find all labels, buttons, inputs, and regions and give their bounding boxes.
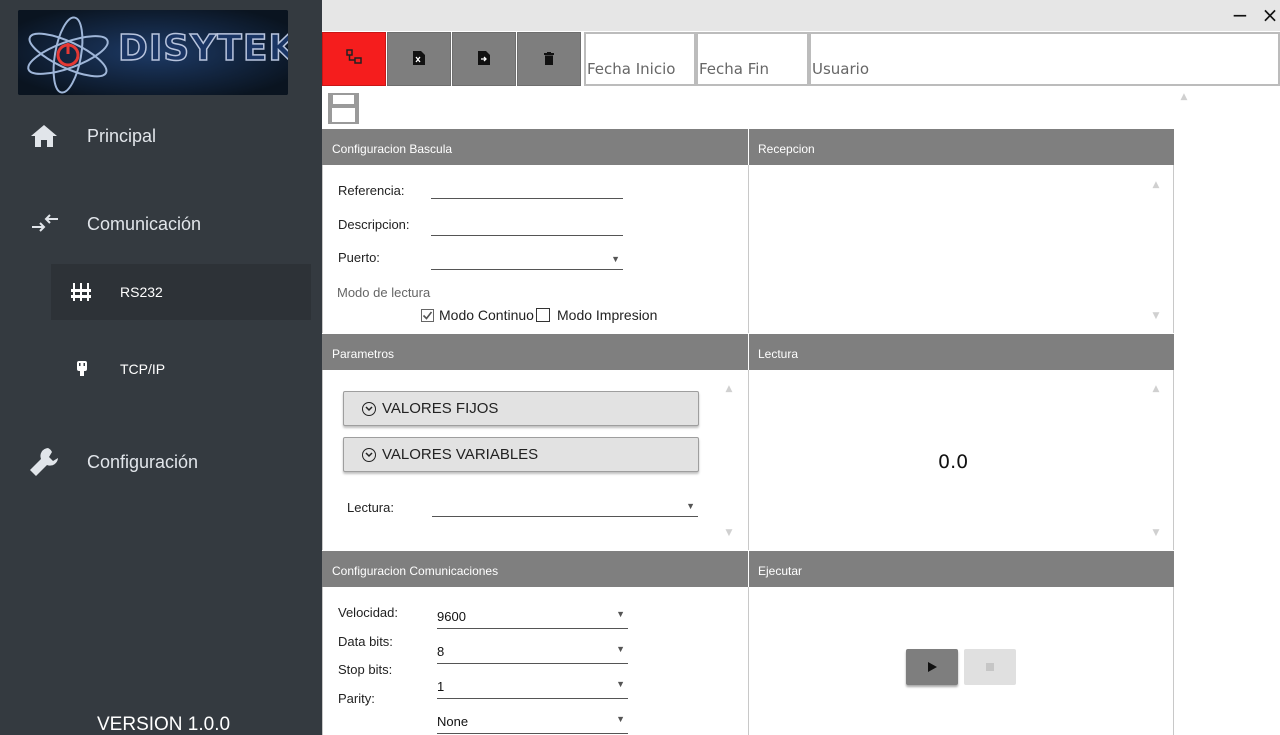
home-icon (30, 124, 58, 148)
arrows-exchange-icon (30, 212, 60, 234)
play-button[interactable] (906, 649, 958, 685)
sub-label-tcpip: TCP/IP (120, 361, 166, 377)
chevron-down-icon: ▼ (616, 609, 625, 619)
export-excel-button[interactable] (387, 32, 451, 86)
nav-label-principal: Principal (87, 126, 157, 146)
parity-value: None (437, 714, 469, 729)
export-file-button[interactable] (452, 32, 516, 86)
sidebar: DISYTEK Principal Comunicación RS232 TCP… (0, 0, 322, 735)
app-window: DISYTEK Principal Comunicación RS232 TCP… (0, 0, 1280, 735)
save-button[interactable] (327, 92, 360, 125)
modo-impresion-label: Modo Impresion (557, 307, 658, 323)
chevron-circle-down-icon (362, 401, 376, 416)
puerto-label: Puerto: (338, 250, 380, 265)
data-bits-select[interactable]: 8 ▼ (437, 638, 628, 664)
sub-label-rs232: RS232 (120, 284, 163, 300)
referencia-input[interactable] (431, 179, 623, 199)
stop-bits-label: Stop bits: (338, 662, 393, 677)
toolbar: Fecha Inicio Fecha Fin Usuario (322, 31, 1280, 87)
valores-variables-expander[interactable]: VALORES VARIABLES (343, 437, 699, 472)
fecha-inicio-input[interactable]: Fecha Inicio (584, 32, 696, 86)
parametros-scroll-down-icon[interactable]: ▼ (722, 526, 736, 540)
floppy-disk-icon (328, 93, 359, 124)
parametros-header: Parametros (322, 334, 748, 370)
lectura-param-label: Lectura: (347, 500, 394, 515)
valores-fijos-expander[interactable]: VALORES FIJOS (343, 391, 699, 426)
velocidad-label: Velocidad: (338, 605, 398, 620)
sub-item-rs232[interactable]: RS232 (51, 264, 311, 320)
config-bascula-header: Configuracion Bascula (322, 129, 748, 165)
recepcion-scroll-down-icon[interactable]: ▼ (1149, 309, 1163, 323)
excel-file-icon (413, 50, 425, 69)
nav-label-configuracion: Configuración (87, 452, 199, 472)
nav-item-configuracion[interactable]: Configuración (0, 438, 322, 486)
sub-item-tcpip[interactable]: TCP/IP (51, 341, 311, 397)
modo-continuo-checkbox[interactable] (421, 308, 434, 322)
recepcion-header: Recepcion (749, 129, 1174, 165)
velocidad-select[interactable]: 9600 ▼ (437, 603, 628, 629)
recepcion-scroll-up-icon[interactable]: ▲ (1149, 178, 1163, 192)
disconnect-button[interactable] (322, 32, 386, 86)
nav-label-comunicacion: Comunicación (87, 214, 202, 234)
modo-continuo-option[interactable]: Modo Continuo (421, 307, 534, 323)
disytek-logo: DISYTEK (18, 10, 288, 95)
version-label: VERSION 1.0.0 (97, 714, 231, 735)
wrench-icon (28, 446, 60, 478)
chevron-down-icon: ▼ (686, 501, 695, 511)
chevron-down-icon: ▼ (611, 254, 620, 264)
parity-label: Parity: (338, 691, 375, 706)
play-icon (927, 662, 937, 672)
minimize-button[interactable]: − (1230, 3, 1250, 27)
velocidad-value: 9600 (437, 609, 466, 624)
stop-icon (986, 663, 994, 671)
nav-item-principal[interactable]: Principal (0, 112, 322, 160)
referencia-label: Referencia: (338, 183, 405, 198)
stop-button[interactable] (964, 649, 1016, 685)
parity-select[interactable]: None ▼ (437, 708, 628, 734)
stop-bits-select[interactable]: 1 ▼ (437, 673, 628, 699)
close-button[interactable]: × (1260, 3, 1280, 27)
checkmark-icon (422, 311, 433, 320)
scroll-up-arrow-icon[interactable]: ▲ (1177, 90, 1191, 104)
lectura-header: Lectura (749, 334, 1174, 370)
lectura-scroll-down-icon[interactable]: ▼ (1149, 526, 1163, 540)
parametros-scroll-up-icon[interactable]: ▲ (722, 382, 736, 396)
modo-continuo-label: Modo Continuo (439, 307, 534, 323)
serial-port-icon (71, 283, 91, 301)
fecha-fin-input[interactable]: Fecha Fin (696, 32, 809, 86)
chevron-down-icon: ▼ (616, 644, 625, 654)
config-comunicaciones-header: Configuracion Comunicaciones (322, 551, 748, 587)
title-bar: − × (322, 0, 1280, 31)
descripcion-input[interactable] (431, 216, 623, 236)
lectura-scroll-up-icon[interactable]: ▲ (1149, 382, 1163, 396)
stop-bits-value: 1 (437, 679, 445, 694)
disconnect-icon (346, 49, 362, 69)
data-bits-value: 8 (437, 644, 445, 659)
chevron-down-icon: ▼ (616, 679, 625, 689)
logo-text: DISYTEK (117, 27, 288, 70)
valores-variables-label: VALORES VARIABLES (382, 446, 539, 463)
data-bits-label: Data bits: (338, 634, 393, 649)
modo-impresion-option[interactable]: Modo Impresion (536, 307, 657, 323)
file-export-icon (478, 50, 490, 69)
modo-impresion-checkbox[interactable] (536, 308, 550, 322)
recepcion-body (748, 165, 1174, 333)
usuario-input[interactable]: Usuario (809, 32, 1280, 86)
ejecutar-header: Ejecutar (749, 551, 1174, 587)
trash-icon (544, 50, 554, 69)
descripcion-label: Descripcion: (338, 217, 410, 232)
delete-button[interactable] (517, 32, 581, 86)
lectura-value: 0.0 (938, 451, 969, 473)
modo-lectura-label: Modo de lectura (337, 285, 431, 300)
puerto-select[interactable]: ▼ (431, 248, 623, 270)
nav-item-comunicacion[interactable]: Comunicación (0, 200, 322, 248)
chevron-down-icon: ▼ (616, 714, 625, 724)
network-plug-icon (76, 361, 88, 377)
ejecutar-body (748, 587, 1174, 735)
chevron-circle-down-icon (362, 447, 376, 462)
lectura-select[interactable]: ▼ (432, 495, 698, 517)
valores-fijos-label: VALORES FIJOS (382, 400, 499, 417)
